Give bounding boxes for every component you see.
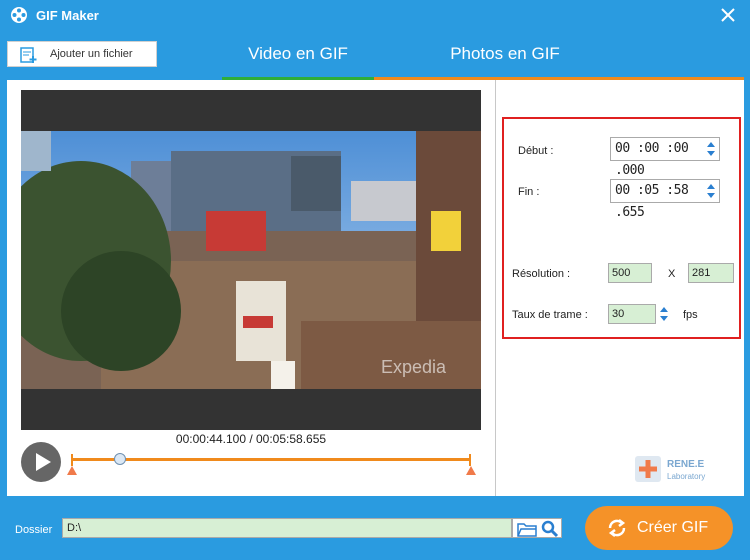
start-time-spinner-icon[interactable]	[705, 139, 717, 159]
film-reel-icon	[11, 7, 27, 23]
framerate-input[interactable]: 30	[608, 304, 656, 324]
close-icon[interactable]	[718, 5, 738, 25]
panel-divider	[495, 80, 496, 496]
time-display: 00:00:44.100 / 00:05:58.655	[175, 432, 327, 446]
start-time-input[interactable]: 00 :00 :00 .000	[610, 137, 720, 178]
play-button[interactable]	[21, 442, 61, 482]
brand-name: RENE.E	[667, 459, 705, 470]
video-frame: Expedia	[21, 131, 481, 389]
timeline-start-marker	[71, 454, 73, 466]
bottom-bar: Dossier D:\ Créer GIF	[0, 496, 750, 560]
tab-bar: Ajouter un fichier Video en GIF Photos e…	[0, 32, 750, 80]
folder-icon[interactable]	[517, 520, 537, 538]
video-preview: Expedia	[21, 90, 481, 430]
resolution-x-label: X	[668, 268, 676, 280]
renee-logo: RENE.E Laboratory	[635, 456, 705, 482]
play-icon	[36, 453, 51, 471]
app-title: GIF Maker	[36, 8, 99, 23]
tab-photos-to-gif-label: Photos en GIF	[450, 44, 560, 63]
create-gif-label: Créer GIF	[637, 519, 709, 536]
folder-label: Dossier	[15, 524, 53, 536]
playhead-handle[interactable]	[114, 453, 127, 465]
timeline-start-handle[interactable]	[67, 466, 77, 475]
timeline-end-marker	[469, 454, 471, 466]
path-tools	[512, 518, 562, 538]
add-file-label: Ajouter un fichier	[50, 48, 133, 60]
resolution-label: Résolution :	[512, 268, 571, 280]
height-input[interactable]: 281	[688, 263, 734, 283]
watermark-text: Expedia	[381, 357, 447, 377]
end-time-spinner-icon[interactable]	[705, 181, 717, 201]
framerate-spinner-icon[interactable]	[658, 304, 670, 324]
brand-sub: Laboratory	[667, 472, 705, 481]
framerate-label: Taux de trame :	[512, 309, 588, 321]
tab-photos-to-gif[interactable]: Photos en GIF	[420, 32, 590, 80]
end-time-input[interactable]: 00 :05 :58 .655	[610, 179, 720, 220]
end-time-value: 00 :05 :58 .655	[615, 183, 689, 220]
end-label: Fin :	[518, 186, 540, 198]
tab-video-to-gif[interactable]: Video en GIF	[222, 32, 374, 80]
search-icon[interactable]	[541, 520, 559, 538]
output-path-input[interactable]: D:\	[62, 518, 512, 538]
add-file-button[interactable]: Ajouter un fichier	[7, 41, 157, 67]
title-bar: GIF Maker	[0, 0, 750, 32]
start-label: Début :	[518, 145, 554, 157]
timeline-end-handle[interactable]	[466, 466, 476, 475]
start-time-value: 00 :00 :00 .000	[615, 141, 689, 178]
tab-video-to-gif-label: Video en GIF	[248, 44, 348, 63]
main-panel: Expedia 00:00:44.100 / 00:05:58.655 Débu…	[7, 80, 744, 496]
refresh-icon	[608, 519, 626, 537]
settings-box: Début : 00 :00 :00 .000 Fin : 00 :05 :58…	[502, 117, 741, 339]
timeline-track[interactable]	[71, 458, 471, 461]
fps-label: fps	[683, 309, 698, 321]
width-input[interactable]: 500	[608, 263, 652, 283]
add-file-icon	[20, 47, 37, 63]
create-gif-button[interactable]: Créer GIF	[585, 506, 733, 550]
